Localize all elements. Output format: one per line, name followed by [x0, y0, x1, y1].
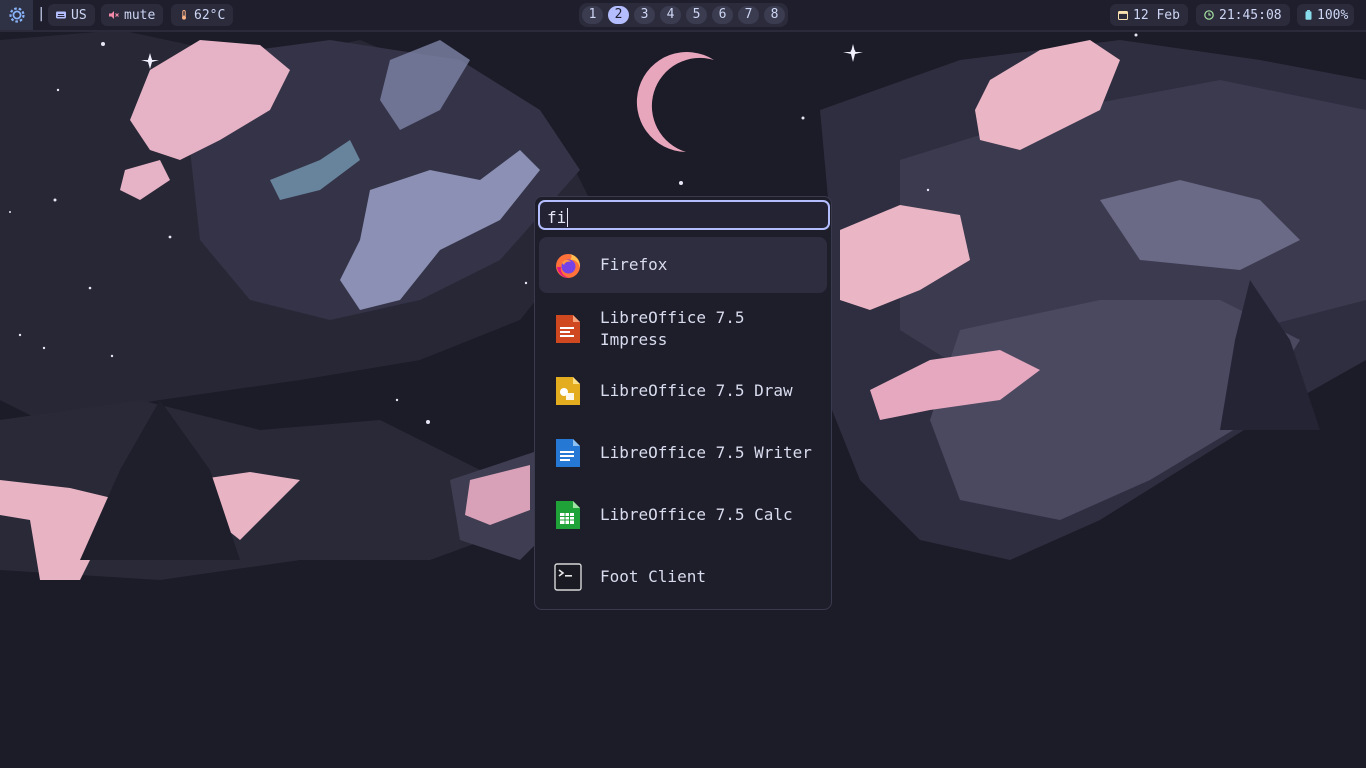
launcher-item-libreoffice-calc[interactable]: LibreOffice 7.5 Calc: [539, 487, 827, 543]
temperature-indicator: 62°C: [171, 4, 234, 26]
workspace-button-4[interactable]: 4: [660, 6, 681, 24]
launcher-item-label: Foot Client: [600, 567, 706, 586]
app-launcher-menu: fi Firefox LibreOffice 7.5 Impress Libre…: [534, 196, 832, 610]
workspace-button-1[interactable]: 1: [582, 6, 603, 24]
workspace-switcher: 1 2 3 4 5 6 7 8: [579, 3, 788, 27]
launcher-item-label: LibreOffice 7.5 Draw: [600, 381, 793, 400]
launcher-item-label: Firefox: [600, 255, 668, 274]
libreoffice-draw-icon: [556, 377, 580, 405]
battery-icon: [1305, 10, 1312, 20]
date-indicator[interactable]: 12 Feb: [1110, 4, 1188, 26]
workspace-button-7[interactable]: 7: [738, 6, 759, 24]
text-caret: [567, 208, 569, 227]
clock-indicator[interactable]: 21:45:08: [1196, 4, 1290, 26]
speaker-muted-icon: [109, 11, 119, 19]
temperature-label: 62°C: [194, 7, 226, 23]
keyboard-layout-indicator[interactable]: US: [48, 4, 95, 26]
date-label: 12 Feb: [1133, 7, 1180, 23]
search-input[interactable]: fi: [538, 200, 830, 230]
launcher-item-label: LibreOffice 7.5 Writer: [600, 443, 812, 462]
launcher-item-libreoffice-impress[interactable]: LibreOffice 7.5 Impress: [539, 297, 827, 361]
launcher-item-libreoffice-writer[interactable]: LibreOffice 7.5 Writer: [539, 425, 827, 481]
libreoffice-calc-icon: [556, 501, 580, 529]
volume-indicator[interactable]: mute: [101, 4, 164, 26]
launcher-item-foot-client[interactable]: Foot Client: [539, 549, 827, 605]
workspace-button-3[interactable]: 3: [634, 6, 655, 24]
launcher-item-libreoffice-draw[interactable]: LibreOffice 7.5 Draw: [539, 363, 827, 419]
launcher-item-label: LibreOffice 7.5 Calc: [600, 505, 793, 524]
search-query: fi: [547, 208, 567, 227]
top-bar: | US mute 62°C 1 2 3 4 5 6 7 8 12 Feb 21…: [0, 0, 1366, 32]
firefox-icon: [556, 254, 581, 278]
bar-separator: |: [37, 6, 46, 22]
keyboard-layout-label: US: [71, 7, 87, 23]
launcher-item-label: LibreOffice 7.5 Impress: [600, 308, 745, 349]
gear-icon: [8, 7, 25, 23]
thermometer-icon: [182, 10, 186, 20]
terminal-icon: [554, 563, 582, 591]
keyboard-icon: [56, 11, 66, 19]
volume-label: mute: [124, 7, 156, 23]
battery-indicator[interactable]: 100%: [1297, 4, 1355, 26]
libreoffice-impress-icon: [556, 315, 580, 343]
launcher-item-firefox[interactable]: Firefox: [539, 237, 827, 293]
clock-label: 21:45:08: [1219, 7, 1282, 23]
app-launcher-button[interactable]: [0, 0, 33, 30]
workspace-button-6[interactable]: 6: [712, 6, 733, 24]
workspace-button-2[interactable]: 2: [608, 6, 629, 24]
libreoffice-writer-icon: [556, 439, 580, 467]
calendar-icon: [1118, 11, 1128, 20]
workspace-button-8[interactable]: 8: [764, 6, 785, 24]
battery-label: 100%: [1317, 7, 1349, 23]
clock-icon: [1204, 10, 1214, 20]
workspace-button-5[interactable]: 5: [686, 6, 707, 24]
